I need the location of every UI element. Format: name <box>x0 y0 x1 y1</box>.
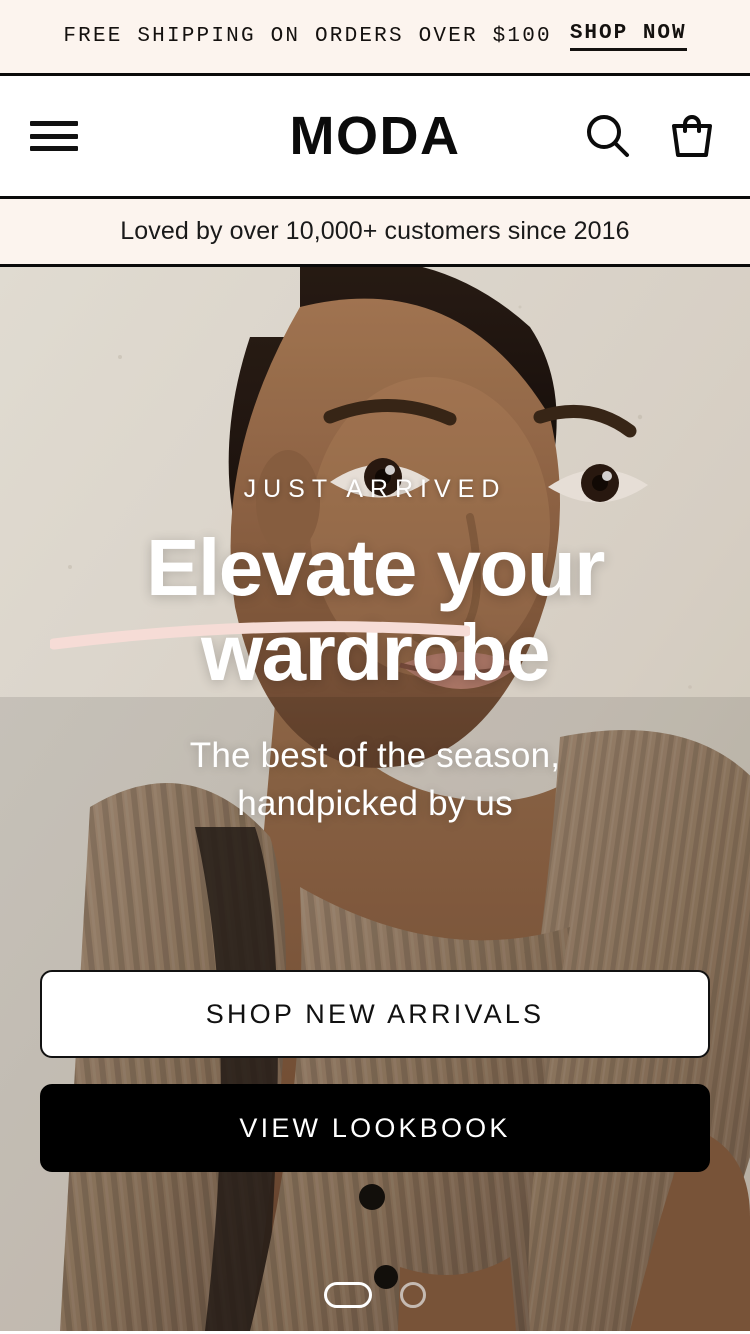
hero-eyebrow: JUST ARRIVED <box>243 475 507 503</box>
announcement-text: FREE SHIPPING ON ORDERS OVER $100 <box>63 25 552 48</box>
header-actions <box>580 108 720 164</box>
hamburger-menu-icon[interactable] <box>30 116 78 156</box>
trust-bar: Loved by over 10,000+ customers since 20… <box>0 199 750 267</box>
trust-bar-text: Loved by over 10,000+ customers since 20… <box>120 217 630 245</box>
hero-subheading-line-1: The best of the season, <box>189 735 561 775</box>
mobile-viewport: FREE SHIPPING ON ORDERS OVER $100 SHOP N… <box>0 0 750 1334</box>
announcement-shop-now-link[interactable]: SHOP NOW <box>569 22 687 51</box>
hero-banner: JUST ARRIVED Elevate your wardrobe The b… <box>0 267 750 1331</box>
hero-headline-line-1: Elevate your <box>146 523 605 612</box>
view-lookbook-button[interactable]: VIEW LOOKBOOK <box>40 1084 710 1172</box>
menu-bar-1 <box>30 121 78 126</box>
hero-subheading: The best of the season, handpicked by us <box>190 732 560 829</box>
shopping-bag-icon[interactable] <box>664 108 720 164</box>
carousel-dot-2[interactable] <box>400 1282 426 1308</box>
shop-new-arrivals-button[interactable]: SHOP NEW ARRIVALS <box>40 970 710 1058</box>
carousel-indicators <box>0 1282 750 1308</box>
carousel-dot-1-active[interactable] <box>324 1282 372 1308</box>
hero-subheading-line-2: handpicked by us <box>237 783 513 823</box>
search-icon[interactable] <box>580 108 636 164</box>
menu-bar-2 <box>30 133 78 139</box>
hero-headline: Elevate your wardrobe <box>0 523 750 697</box>
hero-cta-group: SHOP NEW ARRIVALS VIEW LOOKBOOK <box>40 970 710 1172</box>
menu-bar-3 <box>30 146 78 151</box>
hero-headline-line-2: wardrobe <box>200 607 551 697</box>
site-logo[interactable]: MODA <box>290 109 461 163</box>
announcement-bar: FREE SHIPPING ON ORDERS OVER $100 SHOP N… <box>0 0 750 76</box>
site-header: MODA <box>0 76 750 199</box>
